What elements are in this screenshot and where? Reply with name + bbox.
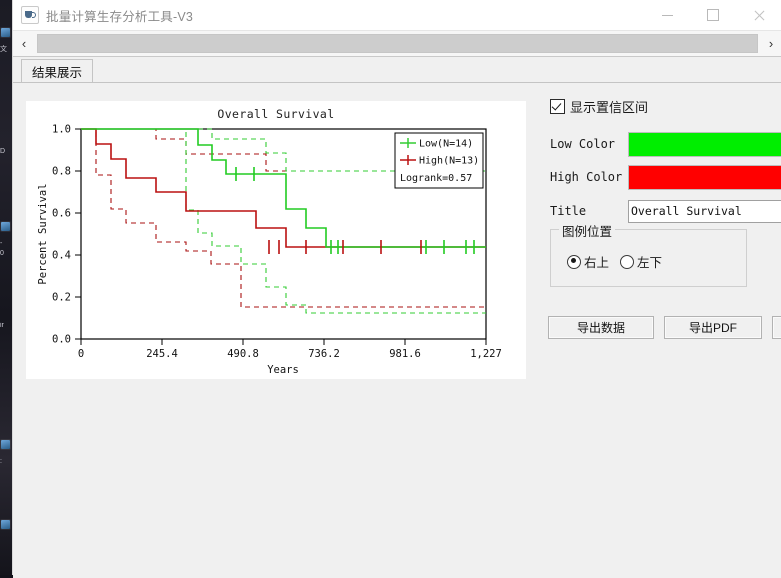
- export-button-row: 导出数据 导出PDF 导出Jpg: [548, 316, 781, 339]
- tab-results[interactable]: 结果展示: [21, 59, 94, 82]
- maximize-icon: [707, 9, 719, 21]
- high-color-swatch[interactable]: [628, 164, 781, 190]
- title-input[interactable]: Overall Survival: [628, 199, 781, 223]
- legend-entry-high: High(N=13): [419, 156, 479, 167]
- desktop-icon: [1, 440, 10, 449]
- export-pdf-button[interactable]: 导出PDF: [664, 316, 762, 339]
- y-tick-label: 0.0: [52, 334, 71, 346]
- desktop-label: 0: [0, 250, 4, 257]
- survival-plot: 0.0 0.2 0.4 0.6 0.8 1.0 0 245.4 490.8 73…: [37, 124, 502, 377]
- tab-strip: 结果展示: [13, 57, 781, 83]
- legend-position-group-label: 图例位置: [559, 221, 616, 240]
- legend-entry-low: Low(N=14): [419, 139, 473, 150]
- tab-label: 结果展示: [32, 65, 83, 80]
- x-tick-label: 1,227: [470, 348, 502, 360]
- checkbox-box-icon: [550, 99, 565, 114]
- scroll-right-chevron-icon[interactable]: ›: [760, 32, 781, 55]
- show-confidence-interval-label: 显示置信区间: [570, 100, 649, 115]
- high-color-row: High Color: [550, 164, 781, 190]
- low-color-swatch[interactable]: [628, 131, 781, 157]
- desktop-background: 文 D - 0 ir :: [0, 0, 12, 575]
- desktop-label: D: [0, 148, 6, 155]
- window-title: 批量计算生存分析工具-V3: [46, 9, 194, 24]
- y-axis-label: Percent Survival: [37, 183, 49, 284]
- maximize-button[interactable]: [690, 0, 736, 30]
- title-label: Title: [550, 204, 587, 218]
- radio-label: 右上: [584, 256, 610, 270]
- minimize-button[interactable]: [644, 0, 690, 30]
- x-tick-label: 0: [78, 348, 84, 360]
- y-tick-label: 0.8: [52, 166, 71, 178]
- desktop-icon: [1, 222, 10, 231]
- legend-position-group: 图例位置 右上 左下: [550, 221, 747, 287]
- logrank-annotation: Logrank=0.57: [400, 173, 472, 184]
- tab-scroll-bar: ‹ ›: [13, 31, 781, 57]
- y-tick-label: 0.2: [52, 292, 71, 304]
- settings-panel: 显示置信区间 Low Color High Color Title Overal…: [540, 83, 781, 578]
- show-confidence-interval-checkbox[interactable]: 显示置信区间: [550, 97, 648, 116]
- export-data-button[interactable]: 导出数据: [548, 316, 654, 339]
- x-tick-label: 736.2: [308, 348, 340, 360]
- application-window: 批量计算生存分析工具-V3 ‹ › 结果展示 Overall Survival: [12, 0, 781, 578]
- minimize-icon: [661, 14, 673, 16]
- content-area: Overall Survival 0.0 0.2 0.4 0.6 0.8 1.0…: [13, 83, 781, 578]
- low-color-row: Low Color: [550, 131, 781, 157]
- x-tick-label: 245.4: [146, 348, 178, 360]
- desktop-label: :: [0, 458, 2, 465]
- close-icon: [754, 10, 765, 21]
- y-tick-label: 0.6: [52, 208, 71, 220]
- radio-legend-top-right[interactable]: 右上: [567, 252, 609, 271]
- window-controls: [644, 0, 781, 30]
- title-bar: 批量计算生存分析工具-V3: [13, 0, 781, 31]
- export-jpg-button[interactable]: 导出Jpg: [772, 316, 781, 339]
- java-coffee-cup-icon: [21, 6, 39, 24]
- desktop-label: 文: [0, 46, 7, 53]
- desktop-icon: [1, 28, 10, 37]
- scroll-left-chevron-icon[interactable]: ‹: [13, 32, 35, 55]
- scroll-track[interactable]: [37, 34, 758, 53]
- desktop-label: ir: [0, 322, 4, 329]
- radio-label: 左下: [637, 256, 663, 270]
- x-axis-label: Years: [267, 364, 299, 376]
- high-color-label: High Color: [550, 170, 623, 184]
- radio-button-icon: [567, 254, 581, 269]
- y-tick-label: 0.4: [52, 250, 71, 262]
- radio-button-icon: [620, 254, 635, 269]
- x-tick-label: 490.8: [227, 348, 259, 360]
- desktop-icon: [1, 520, 10, 529]
- low-color-label: Low Color: [550, 137, 616, 151]
- radio-legend-bottom-left[interactable]: 左下: [620, 252, 662, 271]
- legend-position-options: 右上 左下: [567, 252, 662, 271]
- y-tick-label: 1.0: [52, 124, 71, 136]
- close-button[interactable]: [736, 0, 781, 30]
- x-tick-label: 981.6: [389, 348, 421, 360]
- chart-panel: Overall Survival 0.0 0.2 0.4 0.6 0.8 1.0…: [26, 101, 526, 379]
- desktop-label: -: [0, 240, 3, 247]
